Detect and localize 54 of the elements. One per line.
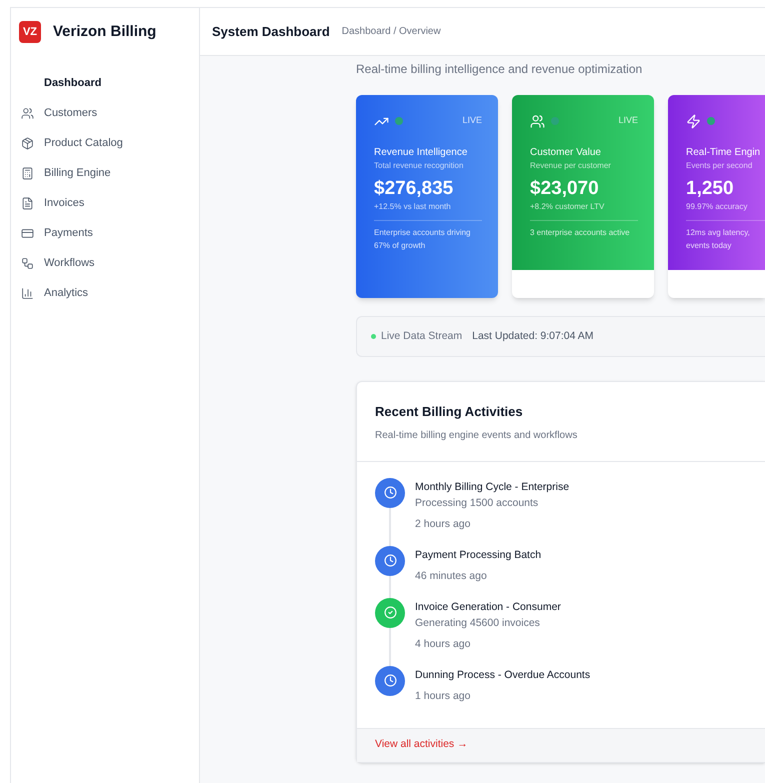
metric-change: +12.5% vs last month (374, 201, 452, 213)
sidebar-item[interactable]: Product Catalog (11, 128, 199, 158)
sidebar-item[interactable]: Workflows (11, 248, 199, 278)
live-label: LIVE (618, 114, 638, 128)
metric-value: $23,070 (530, 177, 600, 201)
metric-change: +8.2% customer LTV (530, 201, 606, 213)
document-icon (21, 196, 34, 210)
logo: VZ (19, 21, 41, 43)
activity-detail: Processing 1500 accounts (415, 496, 540, 510)
sidebar-item[interactable]: Customers (11, 98, 199, 128)
activity-time: 2 hours ago (415, 516, 472, 532)
sidebar-item[interactable]: Invoices (11, 188, 199, 218)
activity-time: 1 hours ago (415, 688, 472, 704)
card-caption: Total revenue recognition (374, 160, 464, 172)
brand-name: Verizon Billing (53, 22, 156, 42)
sidebar-item[interactable]: Payments (11, 218, 199, 248)
sidebar-item[interactable]: Billing Engine (11, 158, 199, 188)
metric-value: $276,835 (374, 177, 454, 201)
view-all-link[interactable]: View all activities → (375, 737, 468, 753)
section-title: Recent Billing Activities (375, 403, 524, 421)
sidebar-item[interactable]: Dashboard (11, 68, 199, 98)
activity-title: Invoice Generation - Consumer (415, 600, 561, 614)
card-title: Revenue Intelligence (374, 146, 468, 160)
workflow-icon (21, 256, 34, 270)
activity-title: Monthly Billing Cycle - Enterprise (415, 480, 570, 494)
last-updated: Last Updated: 9:07:04 AM (472, 328, 594, 344)
section-subtitle: Real-time billing engine events and workflows (375, 428, 578, 442)
live-label: LIVE (462, 114, 482, 128)
card-title: Customer Value (530, 146, 602, 160)
card-caption: Revenue per customer (530, 160, 612, 172)
activity-title: Dunning Process - Overdue Accounts (415, 668, 590, 682)
breadcrumb: Dashboard / Overview (342, 25, 441, 39)
page-subtitle: Real-time billing intelligence and revenue optimization (356, 61, 644, 78)
card-title: Real-Time Engin (686, 146, 760, 160)
bar-chart-icon (21, 286, 34, 300)
users-icon (530, 114, 545, 128)
box-icon (21, 136, 34, 150)
card-footer-text: 12ms avg latency, events today (686, 227, 751, 252)
users-icon (21, 106, 34, 120)
stream-label: Live Data Stream (381, 328, 462, 344)
metric-change: 99.97% accuracy (686, 201, 748, 213)
lightning-icon (686, 114, 701, 128)
page-title: System Dashboard (212, 22, 330, 41)
metric-value: 1,250 (686, 177, 735, 201)
card-footer-text: 3 enterprise accounts active (530, 227, 631, 239)
calculator-icon (21, 166, 34, 180)
activity-title: Payment Processing Batch (415, 548, 542, 562)
activity-detail: Generating 45600 invoices (415, 616, 541, 630)
sidebar-item[interactable]: Analytics (11, 278, 199, 308)
credit-card-icon (21, 226, 34, 240)
activity-time: 46 minutes ago (415, 568, 488, 584)
card-footer-text: Enterprise accounts driving 67% of growth (374, 227, 472, 252)
activity-time: 4 hours ago (415, 636, 472, 652)
card-caption: Events per second (686, 160, 752, 172)
